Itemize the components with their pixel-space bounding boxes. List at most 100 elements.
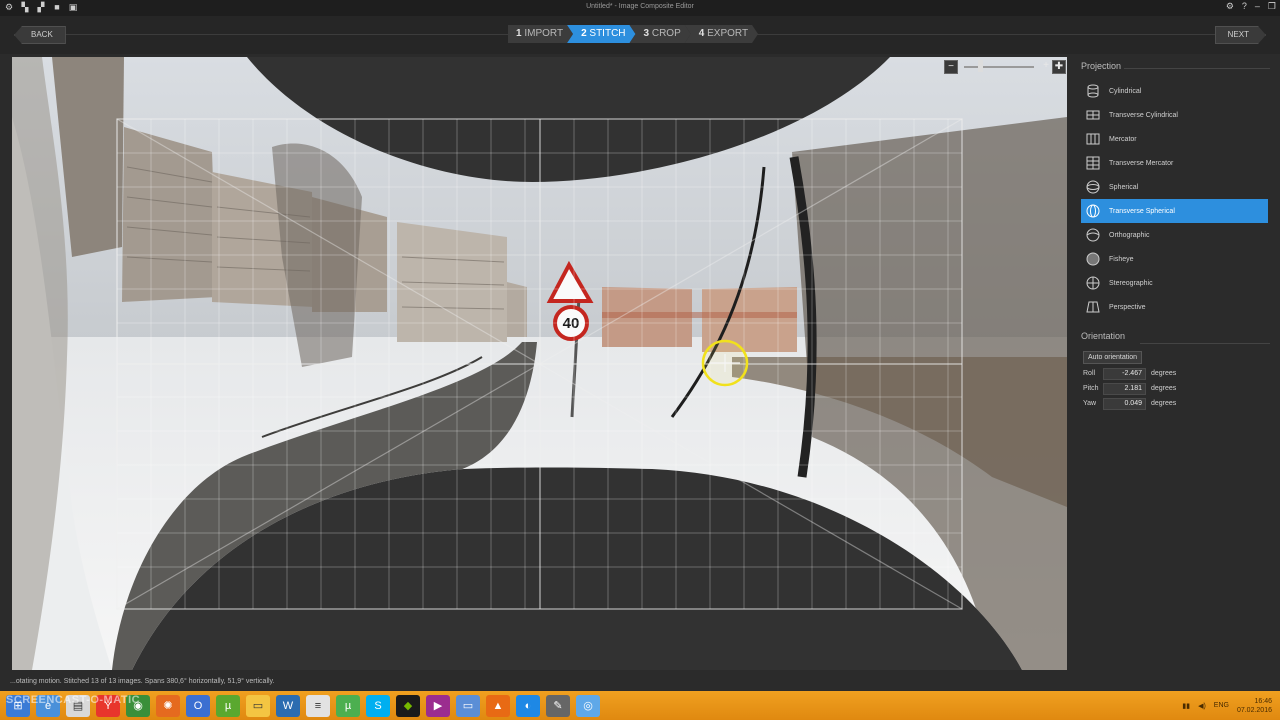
projection-label: Spherical <box>1109 183 1139 191</box>
pitch-row: Pitch 2.181 degrees <box>1083 382 1280 395</box>
screencast-watermark: SCREENCAST-O-MATIC <box>6 694 141 706</box>
image-composite-editor-icon[interactable]: ◎ <box>576 694 600 717</box>
zoom-in-icon[interactable]: + <box>1040 60 1052 72</box>
yaw-label: Yaw <box>1083 400 1097 407</box>
volume-icon[interactable]: ◀) <box>1198 702 1206 710</box>
zoom-fit-icon[interactable]: ✚ <box>1052 60 1066 74</box>
settings-panel: Projection Cylindrical Transverse Cylind… <box>1072 57 1280 677</box>
panorama-canvas[interactable]: 40 − + ✚ <box>12 57 1067 670</box>
projection-list: Cylindrical Transverse Cylindrical Merca… <box>1072 79 1280 319</box>
language-indicator[interactable]: ENG <box>1214 702 1229 709</box>
skype-icon[interactable]: S <box>366 694 390 717</box>
roll-label: Roll <box>1083 370 1096 377</box>
step-label: CROP <box>651 28 681 39</box>
step-number: 3 <box>643 28 650 39</box>
projection-label: Transverse Spherical <box>1109 207 1175 215</box>
orientation-section-title: Orientation <box>1081 331 1126 341</box>
next-button[interactable]: NEXT <box>1215 26 1266 44</box>
crop-guide-frame <box>116 118 963 610</box>
step-label: STITCH <box>589 28 626 39</box>
auto-orientation-button[interactable]: Auto orientation <box>1083 351 1143 364</box>
status-bar-text: ...otating motion. Stitched 13 of 13 ima… <box>10 678 275 685</box>
step-export[interactable]: 4 EXPORT <box>685 25 758 43</box>
step-tabs: 1 IMPORT 2 STITCH 3 CROP 4 EXPORT <box>508 25 758 43</box>
settings-gear-icon[interactable]: ⚙ <box>1226 1 1234 12</box>
system-tray: ▮▮ ◀) ENG 16:46 07.02.2016 <box>1182 691 1272 720</box>
spherical-icon <box>1085 179 1101 195</box>
projection-item-mercator[interactable]: Mercator <box>1081 127 1268 151</box>
pitch-input[interactable]: 2.181 <box>1103 382 1146 395</box>
projection-item-cylindrical[interactable]: Cylindrical <box>1081 79 1268 103</box>
panorama-preview[interactable]: 40 <box>12 57 1067 670</box>
clock-date: 07.02.2016 <box>1236 706 1272 714</box>
app-blue-icon[interactable]: ◐ <box>516 694 540 717</box>
maximize-icon[interactable]: ❐ <box>1268 1 1276 12</box>
transverse-spherical-icon <box>1085 203 1101 219</box>
zoom-slider-track[interactable] <box>964 66 1034 68</box>
orthographic-icon <box>1085 227 1101 243</box>
projection-label: Fisheye <box>1109 255 1134 263</box>
monitor-icon[interactable]: ▭ <box>456 694 480 717</box>
perspective-icon <box>1085 299 1101 315</box>
projection-label: Stereographic <box>1109 279 1153 287</box>
projection-label: Orthographic <box>1109 231 1150 239</box>
word-icon[interactable]: W <box>276 694 300 717</box>
projection-label: Transverse Mercator <box>1109 159 1174 167</box>
back-button[interactable]: BACK <box>14 26 66 44</box>
roll-unit: degrees <box>1151 370 1177 377</box>
projection-item-stereographic[interactable]: Stereographic <box>1081 271 1268 295</box>
clock-time: 16:46 <box>1254 697 1272 705</box>
cylindrical-icon <box>1085 83 1101 99</box>
yaw-row: Yaw 0.049 degrees <box>1083 397 1280 410</box>
mercator-icon <box>1085 131 1101 147</box>
projection-section-title: Projection <box>1081 61 1122 71</box>
projection-item-fisheye[interactable]: Fisheye <box>1081 247 1268 271</box>
step-import[interactable]: 1 IMPORT <box>508 25 573 43</box>
step-number: 4 <box>698 28 705 39</box>
yaw-unit: degrees <box>1151 400 1177 407</box>
network-icon[interactable]: ▮▮ <box>1182 702 1190 710</box>
title-bar: ⚙ ▚ ▞ ■ ▣ Untitled* - Image Composite Ed… <box>0 0 1280 16</box>
nvidia-icon[interactable]: ◆ <box>396 694 420 717</box>
window-controls: ⚙ ? – ❐ <box>1226 1 1276 12</box>
clock[interactable]: 16:46 07.02.2016 <box>1237 697 1272 715</box>
step-crop[interactable]: 3 CROP <box>630 25 691 43</box>
utorrent-icon[interactable]: µ <box>216 694 240 717</box>
projection-item-perspective[interactable]: Perspective <box>1081 295 1268 319</box>
projection-item-transverse-cylindrical[interactable]: Transverse Cylindrical <box>1081 103 1268 127</box>
media-icon[interactable]: ▶ <box>426 694 450 717</box>
projection-item-transverse-spherical[interactable]: Transverse Spherical <box>1081 199 1268 223</box>
vlc-icon[interactable]: ▲ <box>486 694 510 717</box>
section-divider <box>1124 68 1270 69</box>
projection-item-transverse-mercator[interactable]: Transverse Mercator <box>1081 151 1268 175</box>
help-icon[interactable]: ? <box>1242 1 1247 12</box>
step-number: 2 <box>581 28 587 39</box>
utorrent-green-icon[interactable]: µ <box>336 694 360 717</box>
folder-icon[interactable]: ▭ <box>246 694 270 717</box>
transverse-cylindrical-icon <box>1085 107 1101 123</box>
opera-icon[interactable]: O <box>186 694 210 717</box>
zoom-control: − + ✚ <box>944 60 1066 74</box>
step-label: IMPORT <box>524 28 564 39</box>
fisheye-icon <box>1085 251 1101 267</box>
projection-item-spherical[interactable]: Spherical <box>1081 175 1268 199</box>
minimize-icon[interactable]: – <box>1255 1 1260 12</box>
zoom-out-icon[interactable]: − <box>944 60 958 74</box>
notepad-icon[interactable]: ≡ <box>306 694 330 717</box>
window-title: Untitled* - Image Composite Editor <box>586 3 694 10</box>
section-divider <box>1140 343 1270 344</box>
yaw-input[interactable]: 0.049 <box>1103 397 1146 410</box>
windows-taskbar: ⊞ e ▤ Y ◉ ✺ O µ ▭ W ≡ µ S ◆ ▶ ▭ ▲ ◐ ✎ ◎ … <box>0 691 1280 720</box>
zoom-slider-handle[interactable] <box>978 60 983 72</box>
step-stitch[interactable]: 2 STITCH <box>567 25 635 43</box>
step-label: EXPORT <box>707 28 749 39</box>
pitch-label: Pitch <box>1083 385 1099 392</box>
projection-item-orthographic[interactable]: Orthographic <box>1081 223 1268 247</box>
pen-tool-icon[interactable]: ✎ <box>546 694 570 717</box>
roll-input[interactable]: -2.467 <box>1103 367 1146 380</box>
stereographic-icon <box>1085 275 1101 291</box>
transverse-mercator-icon <box>1085 155 1101 171</box>
projection-label: Mercator <box>1109 135 1137 143</box>
projection-label: Transverse Cylindrical <box>1109 111 1178 119</box>
firefox-icon[interactable]: ✺ <box>156 694 180 717</box>
